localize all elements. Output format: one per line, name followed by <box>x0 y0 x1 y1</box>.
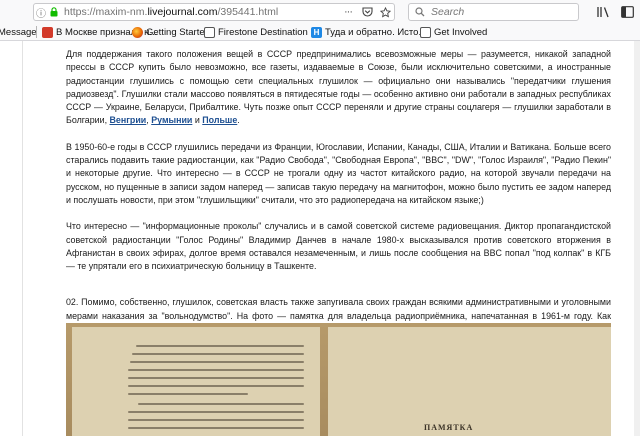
library-icon[interactable] <box>596 5 610 19</box>
address-bar[interactable]: ⓘ https://maxim-nm.livejournal.com/39544… <box>33 3 395 21</box>
separator-text: и <box>192 115 203 126</box>
bookmark-getting-started[interactable]: Getting Started <box>132 26 210 39</box>
lock-icon[interactable] <box>48 7 60 17</box>
url-prefix: https://maxim-nm. <box>64 6 148 18</box>
url-text[interactable]: https://maxim-nm.livejournal.com/395441.… <box>64 6 278 18</box>
article-photo: ПАМЯТКА <box>66 323 611 436</box>
bookmark-message[interactable]: Message <box>0 26 37 39</box>
page-favicon-icon <box>420 27 431 38</box>
bookmark-get-involved[interactable]: Get Involved <box>420 26 487 39</box>
url-path: /395441.html <box>217 6 279 18</box>
site-info-icon[interactable]: ⓘ <box>34 5 48 20</box>
url-host: livejournal.com <box>147 6 218 18</box>
paragraph-text: Для поддержания такого положения вещей в… <box>66 49 611 126</box>
pocket-icon[interactable] <box>358 7 376 17</box>
bookmark-label: Get Involved <box>434 27 488 38</box>
link-romania[interactable]: Румынии <box>151 115 192 125</box>
article-paragraph: Для поддержания такого положения вещей в… <box>66 48 611 128</box>
link-poland[interactable]: Польше <box>202 115 237 125</box>
bookmark-label: Getting Started <box>146 27 210 38</box>
bookmark-firestone[interactable]: Firestone Destination ... <box>204 26 318 39</box>
bookmark-separator <box>36 26 37 38</box>
page-border <box>22 41 23 436</box>
bookmarks-toolbar: Message В Москве признали н... Getting S… <box>0 24 640 41</box>
article-body: Для поддержания такого положения вещей в… <box>66 48 611 363</box>
firefox-icon <box>132 27 143 38</box>
link-hungary[interactable]: Венгрии <box>110 115 147 125</box>
page-favicon-icon <box>204 27 215 38</box>
photo-heading: ПАМЯТКА <box>424 423 474 432</box>
navigation-toolbar: ⓘ https://maxim-nm.livejournal.com/39544… <box>0 0 640 24</box>
page-actions-icon[interactable]: ··· <box>338 6 358 18</box>
bookmark-label: Firestone Destination ... <box>218 27 319 38</box>
bookmark-tuda-obratno[interactable]: H Туда и обратно. Исто... <box>311 26 426 39</box>
h-favicon-icon: H <box>311 27 322 38</box>
photo-right-page: ПАМЯТКА <box>328 327 611 436</box>
page-scrollbar[interactable] <box>634 41 640 436</box>
bookmark-label: Message <box>0 27 37 38</box>
search-icon <box>409 7 431 17</box>
search-field[interactable]: Search <box>408 3 579 21</box>
photo-left-page <box>72 327 320 436</box>
search-placeholder: Search <box>431 6 465 18</box>
separator-text: . <box>237 115 240 126</box>
bookmark-star-icon[interactable] <box>376 6 394 18</box>
bookmark-label: Туда и обратно. Исто... <box>325 27 427 38</box>
article-paragraph: Что интересно — "информационные проколы"… <box>66 221 611 272</box>
article-paragraph: В 1950-60-е годы в СССР глушились переда… <box>66 141 611 205</box>
sidebar-icon[interactable] <box>620 5 634 19</box>
news-favicon-icon <box>42 27 53 38</box>
